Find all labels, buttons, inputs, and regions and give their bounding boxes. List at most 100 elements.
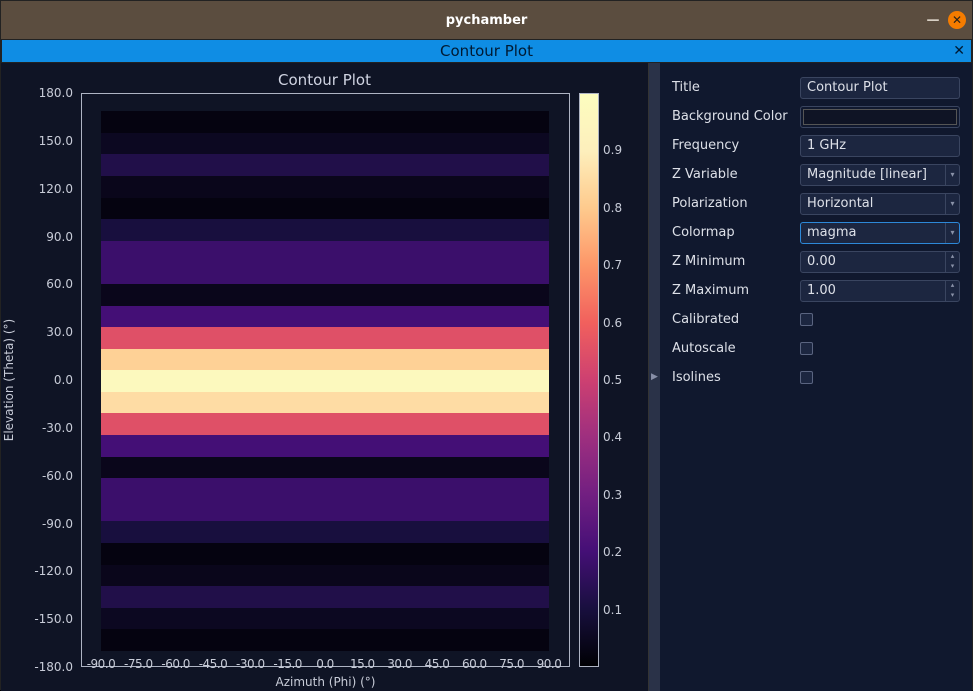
isolines-label: Isolines	[672, 370, 800, 385]
title-label: Title	[672, 80, 800, 95]
y-tick: -150.0	[34, 612, 73, 626]
collapse-arrow-icon: ▶	[651, 372, 658, 382]
autoscale-checkbox[interactable]	[800, 342, 813, 355]
zvar-label: Z Variable	[672, 167, 800, 182]
heatmap-row	[101, 176, 549, 198]
y-tick: 180.0	[39, 86, 73, 100]
x-tick: -75.0	[124, 657, 153, 671]
heatmap-row	[101, 586, 549, 608]
colorbar-tick: 0.2	[603, 545, 622, 559]
heatmap-row	[101, 565, 549, 587]
colorbar-tick: 0.5	[603, 373, 622, 387]
heatmap-row	[101, 241, 549, 263]
heatmap-row	[101, 543, 549, 565]
heatmap-row	[101, 478, 549, 500]
chevron-down-icon: ▾	[945, 165, 959, 185]
colorbar	[579, 93, 599, 667]
heatmap-row	[101, 435, 549, 457]
y-tick: -30.0	[42, 421, 73, 435]
chevron-down-icon: ▾	[945, 194, 959, 214]
spin-down-icon[interactable]: ▾	[946, 291, 959, 301]
tab-close-icon[interactable]: ✕	[953, 43, 965, 59]
colormap-select[interactable]: magma ▾	[800, 222, 960, 244]
colormap-label: Colormap	[672, 225, 800, 240]
heatmap-row	[101, 500, 549, 522]
app-window: pychamber — ✕ Contour Plot ✕ Contour Plo…	[0, 0, 973, 690]
heatmap-row	[101, 629, 549, 651]
tab-title: Contour Plot	[440, 42, 533, 60]
calibrated-checkbox[interactable]	[800, 313, 813, 326]
minimize-button[interactable]: —	[924, 11, 942, 29]
frequency-label: Frequency	[672, 138, 800, 153]
tab-bar: Contour Plot ✕	[1, 39, 972, 63]
x-tick: 0.0	[316, 657, 334, 671]
title-input[interactable]: Contour Plot	[800, 77, 960, 99]
zvar-select[interactable]: Magnitude [linear] ▾	[800, 164, 960, 186]
heatmap-row	[101, 392, 549, 414]
isolines-checkbox[interactable]	[800, 371, 813, 384]
properties-panel: Title Contour Plot Background Color Freq…	[660, 63, 972, 691]
y-tick: 30.0	[46, 325, 73, 339]
x-tick: 15.0	[350, 657, 375, 671]
colorbar-tick: 0.8	[603, 201, 622, 215]
heatmap-row	[101, 154, 549, 176]
heatmap-row	[101, 349, 549, 371]
colorbar-tick: 0.9	[603, 143, 622, 157]
x-tick: -30.0	[236, 657, 265, 671]
spin-down-icon[interactable]: ▾	[946, 262, 959, 272]
heatmap-row	[101, 327, 549, 349]
bgcolor-label: Background Color	[672, 109, 800, 124]
zmin-spinbox[interactable]: 0.00 ▴ ▾	[800, 251, 960, 273]
spin-up-icon[interactable]: ▴	[946, 252, 959, 262]
colorbar-tick: 0.7	[603, 258, 622, 272]
window-title: pychamber	[446, 13, 528, 28]
x-tick: -15.0	[273, 657, 302, 671]
heatmap-row	[101, 219, 549, 241]
colorbar-ticks: 0.10.20.30.40.50.60.70.80.9	[603, 93, 643, 667]
heatmap-row	[101, 262, 549, 284]
frequency-input[interactable]: 1 GHz	[800, 135, 960, 157]
calibrated-label: Calibrated	[672, 312, 800, 327]
heatmap-row	[101, 370, 549, 392]
polarization-select[interactable]: Horizontal ▾	[800, 193, 960, 215]
heatmap-row	[101, 198, 549, 220]
y-tick: 60.0	[46, 277, 73, 291]
x-tick: 45.0	[425, 657, 450, 671]
colorbar-tick: 0.3	[603, 488, 622, 502]
zmax-spinbox[interactable]: 1.00 ▴ ▾	[800, 280, 960, 302]
x-tick: 75.0	[499, 657, 524, 671]
y-axis: -180.0-150.0-120.0-90.0-60.0-30.00.030.0…	[1, 93, 77, 667]
y-tick: 120.0	[39, 182, 73, 196]
close-button[interactable]: ✕	[948, 11, 966, 29]
zmax-label: Z Maximum	[672, 283, 800, 298]
y-tick: -60.0	[42, 469, 73, 483]
y-tick: 0.0	[54, 373, 73, 387]
bgcolor-picker[interactable]	[800, 106, 960, 128]
x-tick: -60.0	[161, 657, 190, 671]
x-tick: 30.0	[387, 657, 412, 671]
spin-up-icon[interactable]: ▴	[946, 281, 959, 291]
y-tick: -180.0	[34, 660, 73, 674]
x-tick: 60.0	[462, 657, 487, 671]
x-axis: -90.0-75.0-60.0-45.0-30.0-15.00.015.030.…	[81, 653, 570, 691]
heatmap-row	[101, 111, 549, 133]
heatmap-row	[101, 284, 549, 306]
heatmap-row	[101, 521, 549, 543]
colorbar-tick: 0.6	[603, 316, 622, 330]
x-tick: -45.0	[199, 657, 228, 671]
heatmap-row	[101, 133, 549, 155]
colorbar-tick: 0.1	[603, 603, 622, 617]
y-tick: -90.0	[42, 517, 73, 531]
heatmap-row	[101, 457, 549, 479]
heatmap-row	[101, 413, 549, 435]
y-tick: -120.0	[34, 564, 73, 578]
y-tick: 90.0	[46, 230, 73, 244]
pane-divider[interactable]: ▶	[649, 63, 660, 691]
polarization-label: Polarization	[672, 196, 800, 211]
x-tick: 90.0	[537, 657, 562, 671]
autoscale-label: Autoscale	[672, 341, 800, 356]
y-tick: 150.0	[39, 134, 73, 148]
heatmap[interactable]	[101, 111, 549, 651]
plot-title: Contour Plot	[1, 63, 648, 89]
chevron-down-icon: ▾	[945, 223, 959, 243]
